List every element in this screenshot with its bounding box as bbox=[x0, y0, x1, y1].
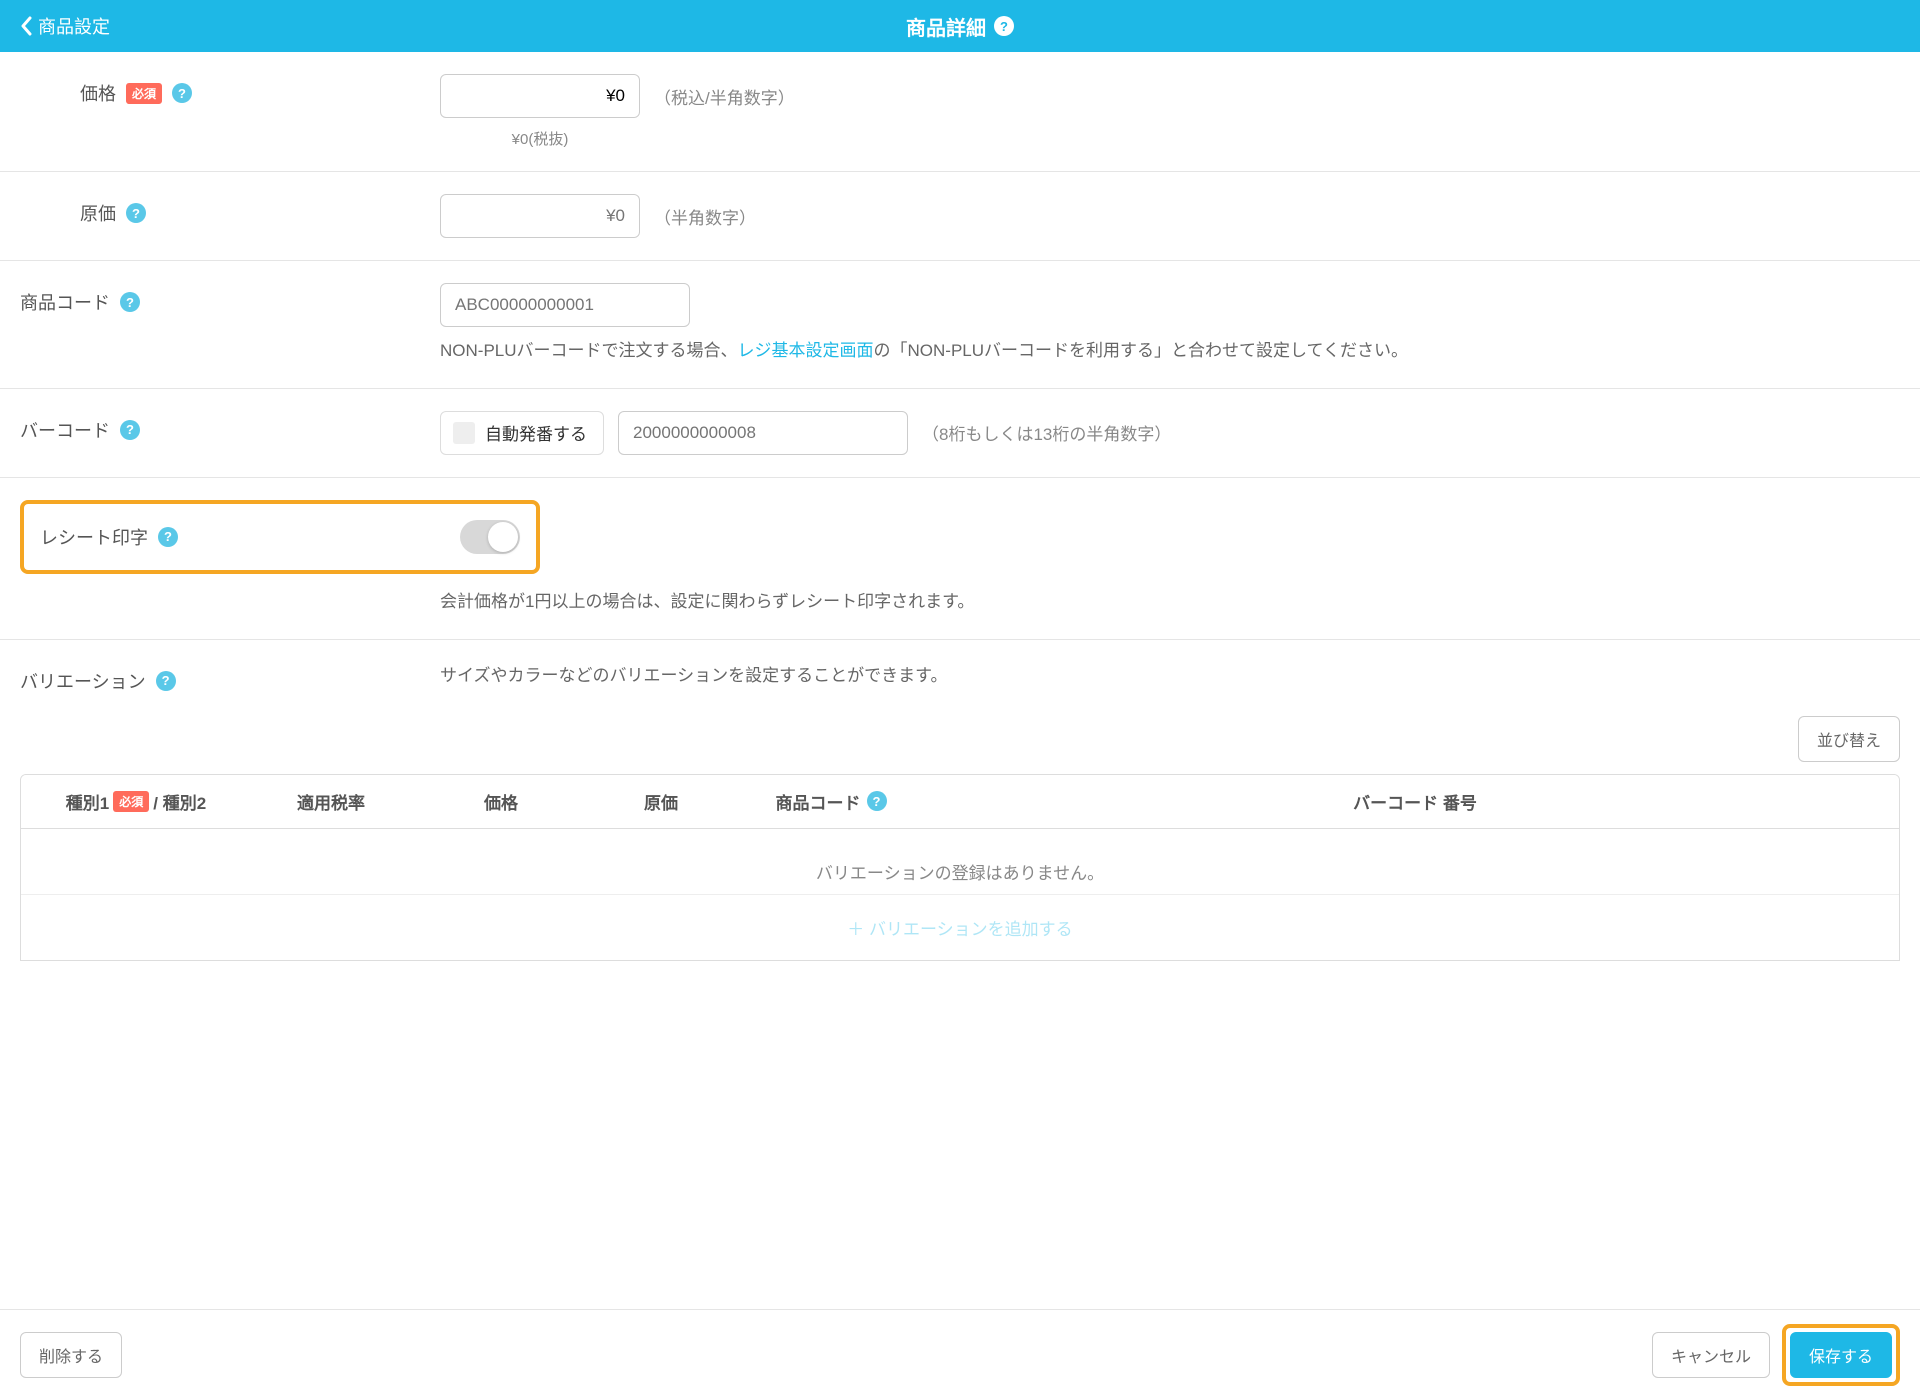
required-badge: 必須 bbox=[113, 791, 149, 812]
page-title: 商品詳細 ? bbox=[906, 12, 1014, 41]
product-code-label-text: 商品コード bbox=[20, 289, 110, 315]
code-desc-2: の「NON-PLUバーコードを利用する」と合わせて設定してください。 bbox=[874, 341, 1409, 360]
variation-empty: バリエーションの登録はありません。 bbox=[21, 829, 1899, 895]
col-type: 種別1 必須 / 種別2 bbox=[21, 789, 251, 814]
variation-table: 種別1 必須 / 種別2 適用税率 価格 原価 商品コード ? バーコード 番号… bbox=[20, 774, 1900, 961]
back-button[interactable]: 商品設定 bbox=[20, 13, 110, 39]
help-icon[interactable]: ? bbox=[172, 83, 192, 103]
price-label-text: 価格 bbox=[80, 80, 116, 106]
price-field: （税込/半角数字） ¥0(税抜) bbox=[440, 74, 1900, 149]
variation-desc: サイズやカラーなどのバリエーションを設定することができます。 bbox=[440, 662, 1900, 691]
sort-row: 並び替え bbox=[0, 716, 1920, 774]
cancel-button[interactable]: キャンセル bbox=[1652, 1332, 1770, 1378]
cost-label: 原価 ? bbox=[20, 194, 440, 226]
product-code-row: 商品コード ? NON-PLUバーコードで注文する場合、レジ基本設定画面の「NO… bbox=[0, 261, 1920, 389]
help-icon[interactable]: ? bbox=[120, 420, 140, 440]
sort-button[interactable]: 並び替え bbox=[1798, 716, 1900, 762]
barcode-input[interactable] bbox=[618, 411, 908, 455]
help-icon[interactable]: ? bbox=[867, 791, 887, 811]
receipt-highlight: レシート印字 ? bbox=[20, 500, 540, 574]
required-badge: 必須 bbox=[126, 83, 162, 104]
price-subtext: ¥0(税抜) bbox=[440, 128, 640, 149]
price-hint: （税込/半角数字） bbox=[654, 84, 795, 109]
variation-field: サイズやカラーなどのバリエーションを設定することができます。 bbox=[440, 662, 1900, 691]
col-type1: 種別1 bbox=[66, 789, 109, 814]
col-type2: / 種別2 bbox=[153, 789, 206, 814]
cost-hint: （半角数字） bbox=[654, 204, 756, 229]
col-barcode: バーコード 番号 bbox=[931, 789, 1899, 814]
col-price: 価格 bbox=[411, 789, 591, 814]
price-row: 価格 必須 ? （税込/半角数字） ¥0(税抜) bbox=[0, 52, 1920, 172]
product-code-input[interactable] bbox=[440, 283, 690, 327]
auto-issue-label: 自動発番する bbox=[485, 420, 587, 445]
chevron-left-icon bbox=[20, 16, 32, 36]
variation-row: バリエーション ? サイズやカラーなどのバリエーションを設定することができます。 bbox=[0, 640, 1920, 716]
save-highlight: 保存する bbox=[1782, 1324, 1900, 1386]
help-icon[interactable]: ? bbox=[120, 292, 140, 312]
back-label: 商品設定 bbox=[38, 13, 110, 39]
help-icon[interactable]: ? bbox=[158, 527, 178, 547]
help-icon[interactable]: ? bbox=[126, 203, 146, 223]
barcode-row: バーコード ? 自動発番する （8桁もしくは13桁の半角数字） bbox=[0, 389, 1920, 478]
price-input[interactable] bbox=[440, 74, 640, 118]
col-cost: 原価 bbox=[591, 789, 731, 814]
barcode-hint: （8桁もしくは13桁の半角数字） bbox=[922, 420, 1171, 445]
cost-row: 原価 ? （半角数字） bbox=[0, 172, 1920, 261]
page-title-text: 商品詳細 bbox=[906, 12, 986, 41]
col-code-text: 商品コード bbox=[776, 789, 861, 814]
cost-field: （半角数字） bbox=[440, 194, 1900, 238]
col-tax: 適用税率 bbox=[251, 789, 411, 814]
barcode-field: 自動発番する （8桁もしくは13桁の半角数字） bbox=[440, 411, 1900, 455]
barcode-label: バーコード ? bbox=[20, 411, 440, 443]
header: 商品設定 商品詳細 ? bbox=[0, 0, 1920, 52]
variation-table-header: 種別1 必須 / 種別2 適用税率 価格 原価 商品コード ? バーコード 番号 bbox=[21, 775, 1899, 829]
register-settings-link[interactable]: レジ基本設定画面 bbox=[738, 341, 874, 360]
product-code-desc: NON-PLUバーコードで注文する場合、レジ基本設定画面の「NON-PLUバーコ… bbox=[440, 337, 1900, 366]
product-code-label: 商品コード ? bbox=[20, 283, 440, 315]
footer: 削除する キャンセル 保存する bbox=[0, 1309, 1920, 1400]
add-variation-button[interactable]: ＋ バリエーションを追加する bbox=[21, 895, 1899, 960]
auto-issue-checkbox[interactable]: 自動発番する bbox=[440, 411, 604, 455]
help-icon[interactable]: ? bbox=[156, 671, 176, 691]
delete-button[interactable]: 削除する bbox=[20, 1332, 122, 1378]
receipt-toggle[interactable] bbox=[460, 520, 520, 554]
col-code: 商品コード ? bbox=[731, 789, 931, 814]
price-label: 価格 必須 ? bbox=[20, 74, 440, 106]
help-icon[interactable]: ? bbox=[994, 16, 1014, 36]
save-button[interactable]: 保存する bbox=[1790, 1332, 1892, 1378]
barcode-label-text: バーコード bbox=[20, 417, 110, 443]
code-desc-1: NON-PLUバーコードで注文する場合、 bbox=[440, 341, 738, 360]
receipt-row: レシート印字 ? 会計価格が1円以上の場合は、設定に関わらずレシート印字されます… bbox=[0, 478, 1920, 640]
content: 価格 必須 ? （税込/半角数字） ¥0(税抜) 原価 ? （半角数字） 商品コ… bbox=[0, 52, 1920, 1051]
receipt-label-text: レシート印字 bbox=[40, 524, 148, 550]
variation-label: バリエーション ? bbox=[20, 662, 440, 694]
cost-input[interactable] bbox=[440, 194, 640, 238]
product-code-field: NON-PLUバーコードで注文する場合、レジ基本設定画面の「NON-PLUバーコ… bbox=[440, 283, 1900, 366]
receipt-label: レシート印字 ? bbox=[40, 524, 178, 550]
receipt-desc: 会計価格が1円以上の場合は、設定に関わらずレシート印字されます。 bbox=[0, 588, 974, 617]
footer-right: キャンセル 保存する bbox=[1652, 1324, 1900, 1386]
variation-label-text: バリエーション bbox=[20, 668, 146, 694]
cost-label-text: 原価 bbox=[80, 200, 116, 226]
